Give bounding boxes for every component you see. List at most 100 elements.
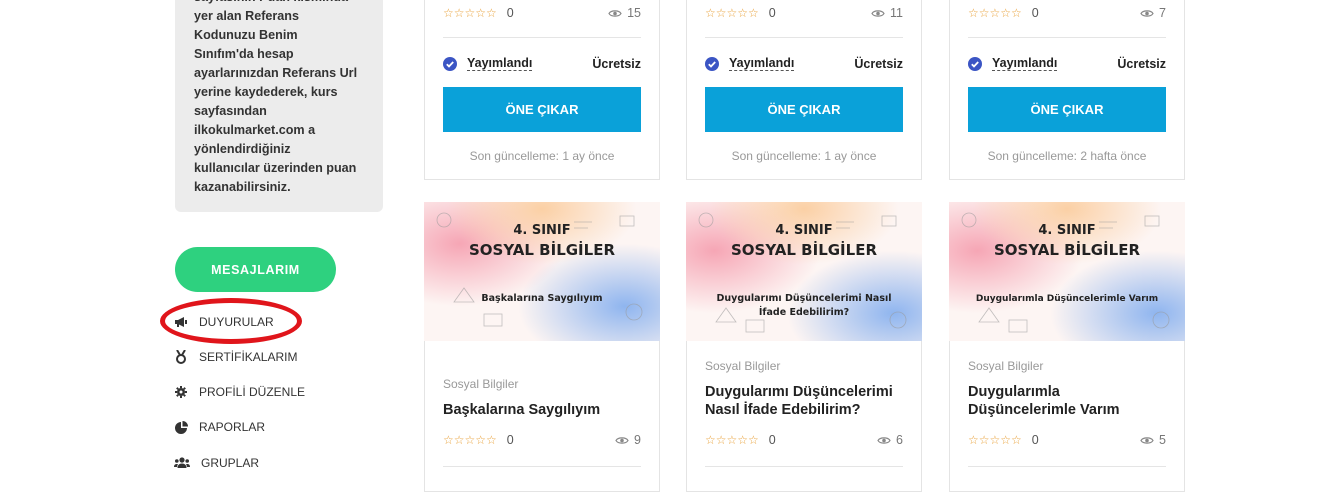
view-count: 9 [615, 433, 641, 447]
course-thumbnail[interactable]: 4. SINIF SOSYAL BİLGİLER Duygularımla Dü… [949, 202, 1185, 341]
course-thumbnail[interactable]: 4. SINIF SOSYAL BİLGİLER Başkalarına Say… [424, 202, 660, 341]
eye-icon [615, 436, 629, 444]
course-title[interactable]: Başkalarına Saygılıyım [443, 401, 641, 419]
medal-icon [174, 350, 188, 364]
view-count: 7 [1140, 6, 1166, 20]
thumb-topic: Duygularımla Düşüncelerimle Varım [976, 294, 1158, 304]
pie-chart-icon [174, 420, 188, 434]
thumb-subject: SOSYAL BİLGİLER [731, 240, 877, 259]
rating-row: ☆☆☆☆☆ 0 11 [705, 5, 903, 21]
menu-item-reports[interactable]: RAPORLAR [174, 420, 265, 434]
thumb-grade: 4. SINIF [1038, 223, 1095, 238]
view-count-value: 7 [1159, 6, 1166, 20]
view-count: 11 [871, 6, 903, 20]
eye-icon [1140, 436, 1154, 444]
course-thumbnail[interactable]: 4. SINIF SOSYAL BİLGİLER Duygularımı Düş… [686, 202, 922, 341]
course-title-line: Nasıl İfade Edebilirim? [705, 402, 861, 418]
rating-row: ☆☆☆☆☆ 0 7 [968, 5, 1166, 21]
menu-item-label: PROFİLİ DÜZENLE [199, 385, 306, 399]
course-title-line: Düşüncelerimle Varım [968, 402, 1120, 418]
star-rating-icons: ☆☆☆☆☆ [968, 6, 1022, 20]
course-card: ☆☆☆☆☆ 0 7 Yayımlandı Ücretsiz ÖNE ÇIKAR … [949, 0, 1185, 180]
rating-value: 0 [768, 6, 776, 20]
menu-item-announcements[interactable]: DUYURULAR [174, 315, 274, 329]
menu-item-edit-profile[interactable]: PROFİLİ DÜZENLE [174, 385, 305, 399]
menu-item-label: RAPORLAR [199, 420, 266, 434]
publish-status[interactable]: Yayımlandı [992, 56, 1058, 71]
eye-icon [1140, 9, 1154, 17]
status-row: Yayımlandı Ücretsiz [968, 56, 1166, 71]
view-count: 15 [608, 6, 641, 20]
card-divider [443, 466, 641, 467]
rating-row: ☆☆☆☆☆ 0 9 [443, 432, 641, 448]
view-count-value: 11 [890, 6, 903, 20]
thumb-topic: İfade Edebilirim? [759, 307, 849, 318]
star-rating-icons: ☆☆☆☆☆ [705, 433, 759, 447]
menu-item-groups[interactable]: GRUPLAR [174, 456, 259, 470]
check-circle-icon [705, 56, 719, 71]
star-rating-icons: ☆☆☆☆☆ [443, 433, 497, 447]
view-count: 5 [1140, 433, 1166, 447]
status-row: Yayımlandı Ücretsiz [705, 56, 903, 71]
view-count-value: 15 [627, 6, 641, 20]
rating-value: 0 [768, 433, 776, 447]
course-card: ☆☆☆☆☆ 0 11 Yayımlandı Ücretsiz ÖNE ÇIKAR… [686, 0, 922, 180]
price-label: Ücretsiz [1117, 56, 1166, 71]
course-card: ☆☆☆☆☆ 0 15 Yayımlandı Ücretsiz ÖNE ÇIKAR… [424, 0, 660, 180]
course-card[interactable]: 4. SINIF SOSYAL BİLGİLER Başkalarına Say… [424, 202, 660, 492]
view-count: 6 [877, 433, 903, 447]
rating-row: ☆☆☆☆☆ 0 15 [443, 5, 641, 21]
users-icon [174, 456, 190, 470]
feature-button[interactable]: ÖNE ÇIKAR [968, 87, 1166, 132]
course-title-line: Duygularımla [968, 384, 1060, 400]
publish-status[interactable]: Yayımlandı [467, 56, 533, 71]
check-circle-icon [968, 56, 982, 71]
card-divider [443, 37, 641, 38]
menu-item-label: GRUPLAR [201, 456, 260, 470]
card-divider [705, 37, 903, 38]
card-divider [968, 37, 1166, 38]
eye-icon [877, 436, 891, 444]
course-card[interactable]: 4. SINIF SOSYAL BİLGİLER Duygularımla Dü… [949, 202, 1185, 492]
thumb-subject: SOSYAL BİLGİLER [994, 240, 1140, 259]
eye-icon [871, 9, 885, 17]
check-circle-icon [443, 56, 457, 71]
thumb-topic: Başkalarına Saygılıyım [481, 293, 602, 304]
star-rating-icons: ☆☆☆☆☆ [968, 433, 1022, 447]
feature-button[interactable]: ÖNE ÇIKAR [705, 87, 903, 132]
price-label: Ücretsiz [592, 56, 641, 71]
card-divider [968, 466, 1166, 467]
star-rating-icons: ☆☆☆☆☆ [443, 6, 497, 20]
rating-value: 0 [1031, 433, 1039, 447]
course-title[interactable]: Duygularımı Düşüncelerimi Nasıl İfade Ed… [705, 383, 903, 419]
price-label: Ücretsiz [854, 56, 903, 71]
course-card[interactable]: 4. SINIF SOSYAL BİLGİLER Duygularımı Düş… [686, 202, 922, 492]
card-divider [705, 466, 903, 467]
eye-icon [608, 9, 622, 17]
course-title-line: Başkalarına Saygılıyım [443, 402, 601, 418]
last-updated: Son güncelleme: 1 ay önce [469, 149, 615, 163]
thumb-topic: Duygularımı Düşüncelerimi Nasıl [716, 293, 891, 304]
rating-value: 0 [1031, 6, 1039, 20]
megaphone-icon [174, 315, 188, 329]
menu-item-label: SERTİFİKALARIM [199, 350, 298, 364]
gear-icon [174, 385, 188, 399]
messages-button[interactable]: MESAJLARIM [175, 247, 336, 292]
menu-item-certificates[interactable]: SERTİFİKALARIM [174, 350, 297, 364]
feature-button[interactable]: ÖNE ÇIKAR [443, 87, 641, 132]
publish-status[interactable]: Yayımlandı [729, 56, 795, 71]
last-updated: Son güncelleme: 1 ay önce [731, 149, 877, 163]
view-count-value: 5 [1159, 433, 1166, 447]
rating-value: 0 [506, 433, 514, 447]
thumb-grade: 4. SINIF [513, 223, 570, 238]
view-count-value: 9 [634, 433, 641, 447]
rating-row: ☆☆☆☆☆ 0 5 [968, 432, 1166, 448]
view-count-value: 6 [896, 433, 903, 447]
rating-row: ☆☆☆☆☆ 0 6 [705, 432, 903, 448]
referral-info-box: sayfasının Puan kısmında yer alan Refera… [175, 0, 383, 212]
course-category: Sosyal Bilgiler [705, 359, 781, 373]
referral-info-text: sayfasının Puan kısmında yer alan Refera… [194, 0, 358, 194]
course-title[interactable]: Duygularımla Düşüncelerimle Varım [968, 383, 1166, 419]
menu-item-label: DUYURULAR [199, 315, 274, 329]
course-category: Sosyal Bilgiler [968, 359, 1044, 373]
